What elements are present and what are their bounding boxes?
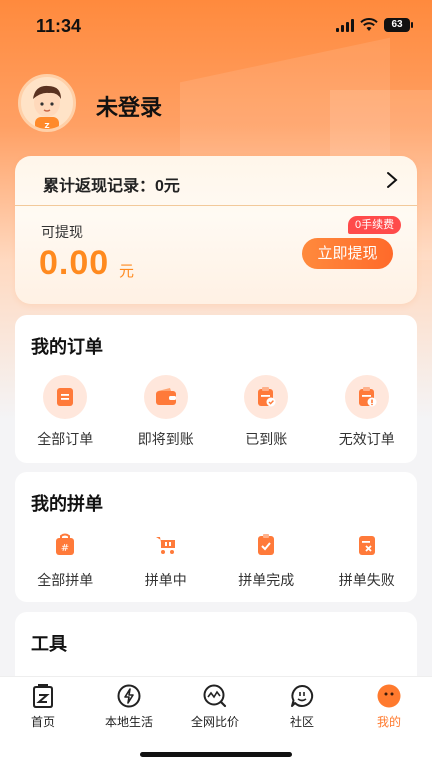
invalid-document-icon [358,387,377,407]
order-pending[interactable]: 即将到账 [116,375,217,449]
group-all[interactable]: # 全部拼单 [15,530,116,590]
cart-icon [155,537,175,554]
my-orders-section: 我的订单 全部订单 即将到账 已到账 无效订单 [15,315,417,463]
tab-local-life-label: 本地生活 [104,715,153,729]
cashback-card: 累计返现记录：0元 可提现 0.00 元 立即提现 0手续费 [15,156,417,304]
battery-icon: 63 [384,18,413,32]
tab-compare[interactable]: 全网比价 [172,683,258,730]
tab-community[interactable]: 社区 [259,683,345,730]
cashback-record-label: 累计返现记录：0元 [43,178,180,195]
my-group-orders-section: 我的拼单 # 全部拼单 拼单中 拼单完成 拼单失败 [15,472,417,602]
withdraw-button[interactable]: 立即提现 [302,238,393,269]
order-all-label: 全部订单 [37,431,94,447]
chevron-right-icon [387,172,398,188]
list-document-icon [57,388,74,406]
group-completed-label: 拼单完成 [238,572,295,588]
group-in-progress-label: 拼单中 [144,572,187,588]
chat-bubble-icon [291,684,314,707]
tab-home[interactable]: 首页 [0,683,86,730]
withdrawable-label: 可提现 [41,224,83,240]
tab-mine[interactable]: 我的 [346,683,432,730]
order-all[interactable]: 全部订单 [15,375,116,449]
profile-face-icon [377,684,401,708]
failed-doc-icon [358,536,375,555]
received-check-icon [258,387,276,407]
status-icons: 63 [336,18,413,32]
compare-search-icon [203,684,227,708]
order-received[interactable]: 已到账 [216,375,317,449]
cashback-record-row[interactable]: 累计返现记录：0元 [15,156,417,206]
tab-mine-label: 我的 [376,715,401,729]
tab-compare-label: 全网比价 [190,715,239,729]
group-in-progress[interactable]: 拼单中 [116,530,217,590]
group-failed[interactable]: 拼单失败 [317,530,418,590]
group-completed[interactable]: 拼单完成 [216,530,317,590]
amount-unit: 元 [119,263,135,280]
section-title: 工具 [31,634,67,654]
order-invalid[interactable]: 无效订单 [317,375,418,449]
login-status[interactable]: 未登录 [96,90,162,122]
wallet-icon [155,388,176,405]
section-title: 我的拼单 [31,494,103,514]
status-time: 11:34 [36,16,82,36]
avatar-face-icon: Z [33,85,61,129]
order-invalid-label: 无效订单 [338,431,395,447]
checked-doc-icon [258,534,275,555]
section-title: 我的订单 [31,337,103,357]
group-all-label: 全部拼单 [37,572,94,588]
cellular-signal-icon [336,18,354,32]
order-pending-label: 即将到账 [137,431,194,447]
withdrawable-amount: 0.00 [39,244,110,282]
wifi-icon [360,18,378,31]
svg-text:#: # [61,543,69,554]
fee-badge: 0手续费 [348,216,402,234]
tab-home-label: 首页 [30,715,55,729]
bag-icon: # [56,533,75,555]
lightning-icon [117,684,141,708]
group-failed-label: 拼单失败 [338,572,395,588]
avatar[interactable]: Z [18,74,76,132]
home-bag-icon [33,684,53,708]
status-bar: 11:34 63 [0,0,432,52]
svg-text:Z: Z [44,122,49,129]
tab-local-life[interactable]: 本地生活 [86,683,172,730]
tab-community-label: 社区 [289,715,314,729]
order-received-label: 已到账 [245,431,288,447]
home-indicator [140,752,292,757]
